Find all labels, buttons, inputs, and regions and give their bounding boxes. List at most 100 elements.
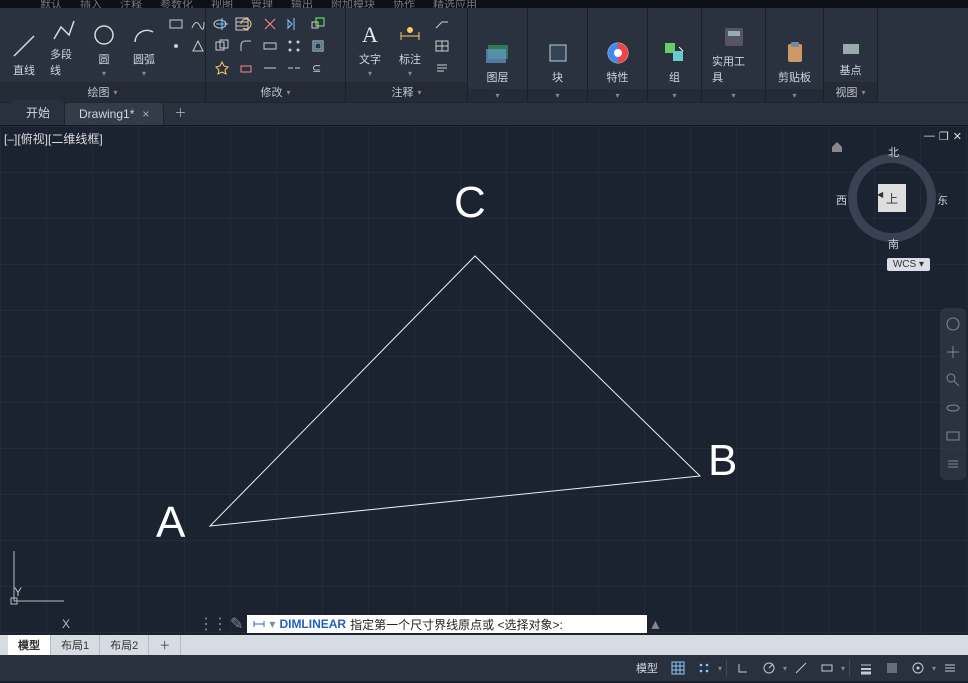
modify-panel-label: 修改 [260, 84, 282, 100]
vertex-b-label: B [708, 436, 737, 486]
dyninput-toggle-icon[interactable] [815, 658, 839, 678]
clipboard-button[interactable]: 剪贴板 [774, 12, 815, 87]
vertex-a-label: A [156, 498, 185, 548]
align-icon[interactable] [260, 58, 280, 78]
menu-bar: 默认 插入 注释 参数化 视图 管理 输出 附加模块 协作 精选应用 [0, 0, 968, 8]
region-icon[interactable] [188, 36, 208, 56]
close-tab-icon[interactable]: × [142, 107, 149, 121]
tab-drawing1[interactable]: Drawing1*× [65, 103, 164, 125]
polyline-button[interactable]: 多段线 [46, 12, 82, 80]
menu-insert[interactable]: 插入 [80, 0, 102, 8]
transparency-icon[interactable] [880, 658, 904, 678]
layout-2[interactable]: 布局2 [100, 635, 149, 655]
menu-feat[interactable]: 精选应用 [433, 0, 477, 8]
lineweight-icon[interactable] [854, 658, 878, 678]
trim-icon[interactable] [260, 14, 280, 34]
line-button[interactable]: 直线 [6, 12, 42, 80]
circle-button[interactable]: 圆▾ [86, 12, 122, 80]
home-icon[interactable] [830, 140, 844, 154]
view-panel-label: 视图 [835, 84, 857, 100]
file-tabs: 开始 Drawing1*× ＋ [0, 102, 968, 126]
erase-icon[interactable] [236, 58, 256, 78]
rect-icon[interactable] [166, 14, 186, 34]
spline-icon[interactable] [188, 14, 208, 34]
ucs-x-label: X [62, 617, 70, 631]
layout-add[interactable]: ＋ [149, 635, 181, 655]
menu-default[interactable]: 默认 [40, 0, 62, 8]
workspace-icon[interactable] [906, 658, 930, 678]
menu-addin[interactable]: 附加模块 [331, 0, 375, 8]
menu-view[interactable]: 视图 [211, 0, 233, 8]
grid-toggle-icon[interactable] [666, 658, 690, 678]
cmd-expand-icon[interactable]: ▴ [651, 614, 659, 634]
menu-output[interactable]: 输出 [291, 0, 313, 8]
dimension-button[interactable]: 标注▾ [392, 12, 428, 80]
copy-icon[interactable] [212, 36, 232, 56]
svg-text:⊆: ⊆ [312, 63, 321, 75]
viewcube[interactable]: 上 北 南 东 西 ◀ ▶ [842, 148, 942, 248]
rotate-icon[interactable] [236, 14, 256, 34]
vertex-c-label: C [454, 178, 486, 228]
utilities-button[interactable]: 实用工具 [708, 12, 759, 87]
fillet-icon[interactable] [236, 36, 256, 56]
menu-collab[interactable]: 协作 [393, 0, 415, 8]
text-button[interactable]: A文字▾ [352, 12, 388, 80]
ucs-y-label: Y [14, 585, 22, 599]
command-line: ⋮⋮ ✎ ▾ DIMLINEAR 指定第一个尺寸界线原点或 <选择对象>: ▴ [198, 613, 659, 635]
tab-start[interactable]: 开始 [12, 100, 65, 125]
offset-icon[interactable] [308, 36, 328, 56]
table-icon[interactable] [432, 36, 452, 56]
move-icon[interactable] [212, 14, 232, 34]
stretch-icon[interactable] [260, 36, 280, 56]
zoom-icon[interactable] [943, 370, 963, 390]
drawing-canvas[interactable]: [–][俯视][二维线框] — ❐ ✕ A B C Y X 上 北 南 东 西 … [0, 126, 968, 635]
navigation-bar [940, 308, 966, 480]
array-icon[interactable] [284, 36, 304, 56]
wcs-badge[interactable]: WCS ▾ [887, 258, 930, 271]
leader-icon[interactable] [432, 14, 452, 34]
viewcube-west[interactable]: 西 [836, 192, 847, 208]
nav-more-icon[interactable] [943, 454, 963, 474]
properties-button[interactable]: 特性 [600, 12, 636, 87]
orbit-icon[interactable] [943, 398, 963, 418]
ortho-toggle-icon[interactable] [731, 658, 755, 678]
draw-panel-label: 绘图 [87, 84, 109, 100]
explode-icon[interactable] [212, 58, 232, 78]
cmd-drag-handle[interactable]: ⋮⋮ [198, 614, 226, 634]
scale-icon[interactable] [308, 14, 328, 34]
status-model-label[interactable]: 模型 [630, 660, 664, 676]
join-icon[interactable] [284, 58, 304, 78]
basepoint-button[interactable]: 基点 [833, 12, 869, 80]
polar-toggle-icon[interactable] [757, 658, 781, 678]
block-button[interactable]: 块 [540, 12, 576, 87]
command-prompt: 指定第一个尺寸界线原点或 <选择对象>: [350, 616, 563, 633]
arc-button[interactable]: 圆弧▾ [126, 12, 162, 80]
osnap-toggle-icon[interactable] [789, 658, 813, 678]
new-tab-button[interactable]: ＋ [164, 100, 196, 125]
cmd-customize-icon[interactable]: ✎ [230, 614, 243, 634]
subset-icon[interactable]: ⊆ [308, 58, 328, 78]
menu-param[interactable]: 参数化 [160, 0, 193, 8]
nav-wheel-icon[interactable] [943, 314, 963, 334]
command-input[interactable]: ▾ DIMLINEAR 指定第一个尺寸界线原点或 <选择对象>: [247, 615, 647, 633]
menu-manage[interactable]: 管理 [251, 0, 273, 8]
annot-panel-label: 注释 [391, 84, 413, 100]
layout-1[interactable]: 布局1 [51, 635, 100, 655]
viewcube-south[interactable]: 南 [888, 236, 899, 252]
snap-toggle-icon[interactable] [692, 658, 716, 678]
point-icon[interactable] [166, 36, 186, 56]
layer-button[interactable]: 图层 [480, 12, 516, 87]
dimlinear-icon [253, 618, 265, 630]
pan-icon[interactable] [943, 342, 963, 362]
ribbon: 直线 多段线 圆▾ 圆弧▾ 绘图▾ [0, 8, 968, 102]
mirror-icon[interactable] [284, 14, 304, 34]
menu-annot[interactable]: 注释 [120, 0, 142, 8]
command-name: DIMLINEAR [279, 617, 346, 631]
status-menu-icon[interactable] [938, 658, 962, 678]
group-button[interactable]: 组 [657, 12, 693, 87]
layout-tabs: 模型 布局1 布局2 ＋ [0, 635, 968, 655]
showmotion-icon[interactable] [943, 426, 963, 446]
layout-model[interactable]: 模型 [8, 635, 51, 655]
viewcube-north[interactable]: 北 [888, 144, 899, 160]
mtext-icon[interactable] [432, 58, 452, 78]
